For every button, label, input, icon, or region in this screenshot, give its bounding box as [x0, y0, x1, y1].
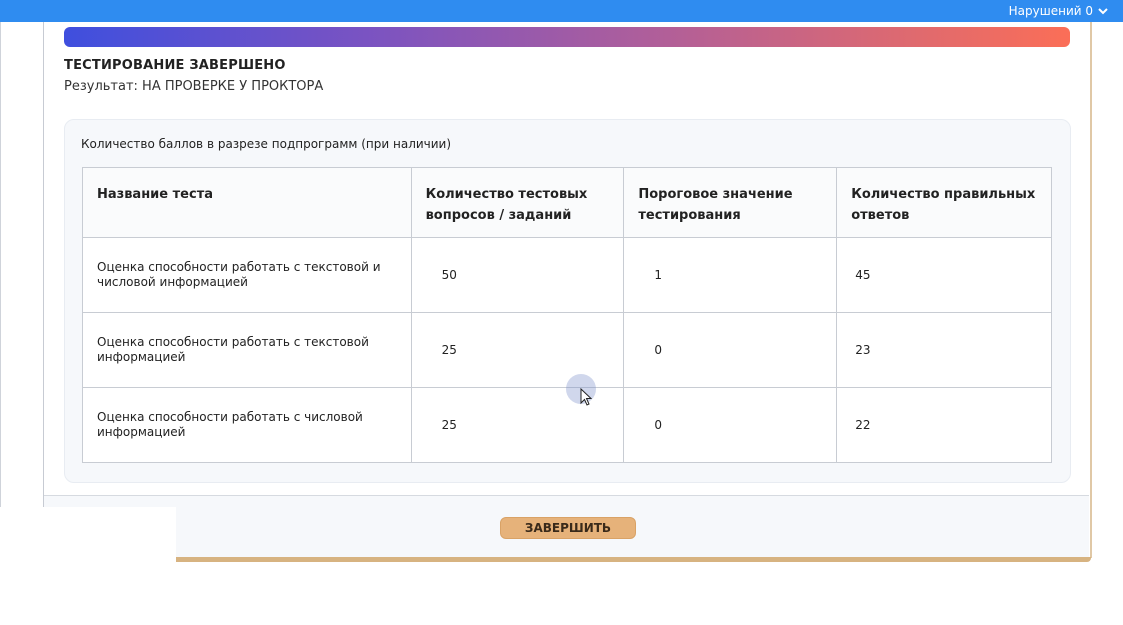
cell-test-name: Оценка способности работать с числовой и…: [82, 387, 412, 463]
left-divider: [0, 22, 1, 507]
header-correct-count: Количество правильных ответов: [836, 167, 1052, 238]
cell-threshold: 0: [623, 387, 838, 463]
cell-threshold: 0: [623, 312, 838, 388]
violations-dropdown[interactable]: Нарушений 0: [1009, 4, 1109, 18]
cell-threshold: 1: [623, 237, 838, 313]
table-row: Оценка способности работать с текстовой …: [82, 237, 1052, 313]
status-title: ТЕСТИРОВАНИЕ ЗАВЕРШЕНО: [64, 58, 286, 73]
table-row: Оценка способности работать с числовой и…: [82, 387, 1052, 463]
cell-question-count: 50: [410, 237, 625, 313]
header-question-count: Количество тестовых вопросов / заданий: [410, 167, 625, 238]
cell-correct-count: 45: [836, 237, 1052, 313]
scores-caption: Количество баллов в разрезе подпрограмм …: [81, 137, 452, 151]
cell-correct-count: 22: [836, 387, 1052, 463]
cell-question-count: 25: [410, 312, 625, 388]
footer-accent-line: [176, 557, 1091, 562]
top-bar: Нарушений 0: [0, 0, 1123, 22]
scores-table: Название теста Количество тестовых вопро…: [82, 167, 1052, 463]
chevron-down-icon: [1098, 8, 1108, 15]
finish-button[interactable]: ЗАВЕРШИТЬ: [500, 517, 636, 539]
table-row: Оценка способности работать с текстовой …: [82, 312, 1052, 388]
cell-test-name: Оценка способности работать с текстовой …: [82, 237, 412, 313]
left-blank-area: [0, 507, 176, 625]
status-result: Результат: НА ПРОВЕРКЕ У ПРОКТОРА: [64, 79, 324, 94]
violations-label: Нарушений 0: [1008, 4, 1093, 18]
cell-correct-count: 23: [836, 312, 1052, 388]
progress-gradient-bar: [64, 27, 1070, 47]
cell-test-name: Оценка способности работать с текстовой …: [82, 312, 412, 388]
mouse-cursor-icon: [580, 388, 592, 406]
table-header-row: Название теста Количество тестовых вопро…: [82, 167, 1052, 238]
header-threshold: Пороговое значение тестирования: [623, 167, 838, 238]
header-test-name: Название теста: [82, 167, 412, 238]
